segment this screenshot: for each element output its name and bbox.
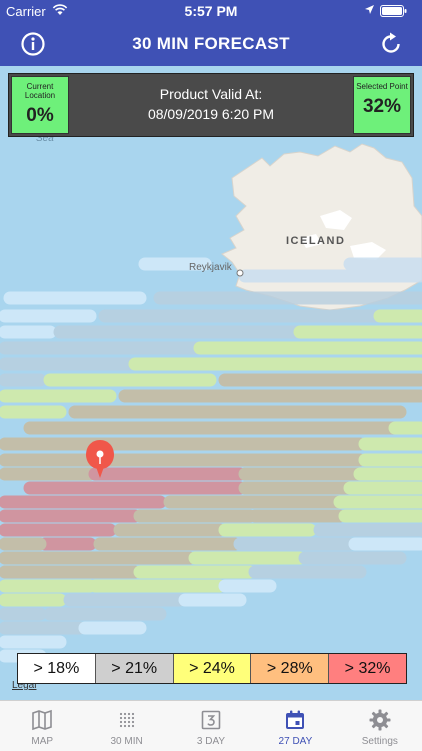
dots-grid-icon [115, 708, 139, 732]
refresh-icon[interactable] [378, 31, 404, 57]
forecast-info-panel: Current Location 0% Product Valid At: 08… [8, 73, 414, 137]
country-label: ICELAND [286, 235, 346, 247]
tab-30-min-label: 30 MIN [110, 736, 143, 747]
tab-3-day[interactable]: 3 DAY [169, 701, 253, 751]
legend-item-18: > 18% [18, 654, 96, 683]
legend-item-24: > 24% [173, 654, 252, 683]
location-arrow-icon [364, 3, 375, 18]
selected-point-box: Selected Point 32% [353, 76, 411, 134]
map-canvas [0, 143, 422, 663]
tab-27-day-label: 27 DAY [278, 736, 313, 747]
city-label: Reykjavik [189, 262, 232, 273]
valid-time: 08/09/2019 6:20 PM [147, 106, 275, 122]
tab-map-label: MAP [31, 736, 54, 747]
selected-point-label: Selected Point [356, 82, 408, 91]
tab-30-min[interactable]: 30 MIN [84, 701, 168, 751]
clock: 5:57 PM [184, 3, 238, 19]
current-location-value: 0% [26, 105, 54, 126]
gear-icon [368, 708, 392, 732]
map-icon [30, 708, 54, 732]
battery-icon [380, 5, 408, 17]
calendar-icon [283, 708, 307, 732]
legend-item-28: > 28% [251, 654, 330, 683]
page-title: 30 MIN FORECAST [132, 34, 290, 53]
forecast-map[interactable]: Sea ICELAND Reykjavik Legal [0, 66, 422, 700]
valid-time-block: Product Valid At: 08/09/2019 6:20 PM [69, 84, 353, 124]
tab-settings[interactable]: Settings [338, 701, 422, 751]
probability-legend: > 18% > 21% > 24% > 28% > 32% [17, 653, 407, 684]
tab-bar: MAP 30 MIN 3 DAY 27 DAY Settings [0, 700, 422, 751]
tab-settings-label: Settings [361, 736, 398, 747]
nav-bar: 30 MIN FORECAST [0, 22, 422, 66]
legend-item-32: > 32% [329, 654, 406, 683]
selected-point-value: 32% [362, 96, 402, 117]
current-location-label: Current Location [24, 82, 56, 100]
status-bar: Carrier 5:57 PM [0, 0, 422, 22]
current-location-box: Current Location 0% [11, 76, 69, 134]
legend-item-21: > 21% [95, 654, 174, 683]
tab-map[interactable]: MAP [0, 701, 84, 751]
tab-3-day-label: 3 DAY [196, 736, 226, 747]
tab-27-day[interactable]: 27 DAY [253, 701, 337, 751]
three-day-icon [199, 708, 223, 732]
valid-label: Product Valid At: [159, 86, 263, 102]
